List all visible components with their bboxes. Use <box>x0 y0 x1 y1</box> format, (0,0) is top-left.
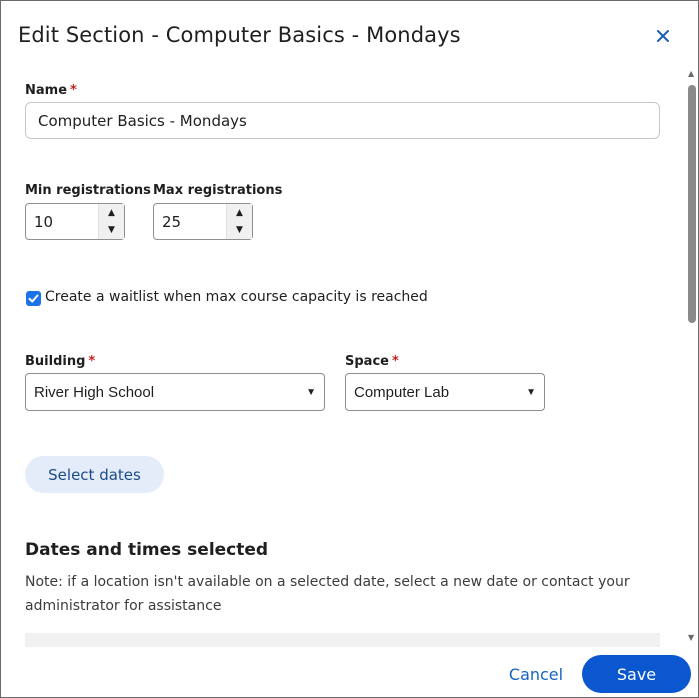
waitlist-checkbox[interactable] <box>26 291 41 306</box>
space-select[interactable]: Computer Lab ▼ <box>345 373 545 411</box>
min-registrations-value: 10 <box>34 212 54 231</box>
arrow-up-icon[interactable]: ▲ <box>99 204 124 222</box>
save-button[interactable]: Save <box>582 655 691 693</box>
close-icon <box>657 30 669 42</box>
max-registrations-value: 25 <box>162 212 182 231</box>
edit-section-dialog: Edit Section - Computer Basics - Mondays… <box>0 0 699 698</box>
dates-list <box>25 633 660 647</box>
scroll-down-icon[interactable]: ▼ <box>688 633 694 642</box>
close-button[interactable] <box>652 25 674 47</box>
min-spin-buttons: ▲ ▼ <box>98 204 124 239</box>
space-label: Space * <box>345 354 399 369</box>
check-icon <box>28 294 39 303</box>
scroll-up-icon[interactable]: ▲ <box>688 69 694 78</box>
name-input-value: Computer Basics - Mondays <box>38 111 247 130</box>
building-label: Building * <box>25 354 96 369</box>
required-mark: * <box>70 83 77 98</box>
max-registrations-label: Max registrations <box>153 183 283 198</box>
min-registrations-input[interactable]: 10 ▲ ▼ <box>25 203 125 240</box>
content-scrollbar[interactable]: ▲ ▼ <box>685 67 698 647</box>
arrow-up-icon[interactable]: ▲ <box>227 204 252 222</box>
arrow-down-icon[interactable]: ▼ <box>227 222 252 240</box>
building-select[interactable]: River High School ▼ <box>25 373 325 411</box>
required-mark: * <box>391 354 399 369</box>
dialog-title: Edit Section - Computer Basics - Mondays <box>18 23 461 47</box>
caret-down-icon: ▼ <box>526 386 536 398</box>
max-registrations-input[interactable]: 25 ▲ ▼ <box>153 203 253 240</box>
caret-down-icon: ▼ <box>306 386 316 398</box>
building-select-value: River High School <box>34 383 155 401</box>
max-spin-buttons: ▲ ▼ <box>226 204 252 239</box>
waitlist-label[interactable]: Create a waitlist when max course capaci… <box>45 289 428 305</box>
select-dates-button[interactable]: Select dates <box>25 456 164 493</box>
name-input[interactable]: Computer Basics - Mondays <box>25 102 660 139</box>
dialog-content[interactable]: Name * Computer Basics - Mondays Min regi… <box>1 67 685 647</box>
scroll-thumb[interactable] <box>688 85 696 323</box>
name-label: Name * <box>25 83 77 98</box>
required-mark: * <box>88 354 96 369</box>
min-registrations-label: Min registrations <box>25 183 151 198</box>
arrow-down-icon[interactable]: ▼ <box>99 222 124 240</box>
cancel-button[interactable]: Cancel <box>496 656 576 692</box>
dates-note: Note: if a location isn't available on a… <box>25 574 630 614</box>
dates-heading: Dates and times selected <box>25 540 269 560</box>
space-select-value: Computer Lab <box>354 383 450 401</box>
